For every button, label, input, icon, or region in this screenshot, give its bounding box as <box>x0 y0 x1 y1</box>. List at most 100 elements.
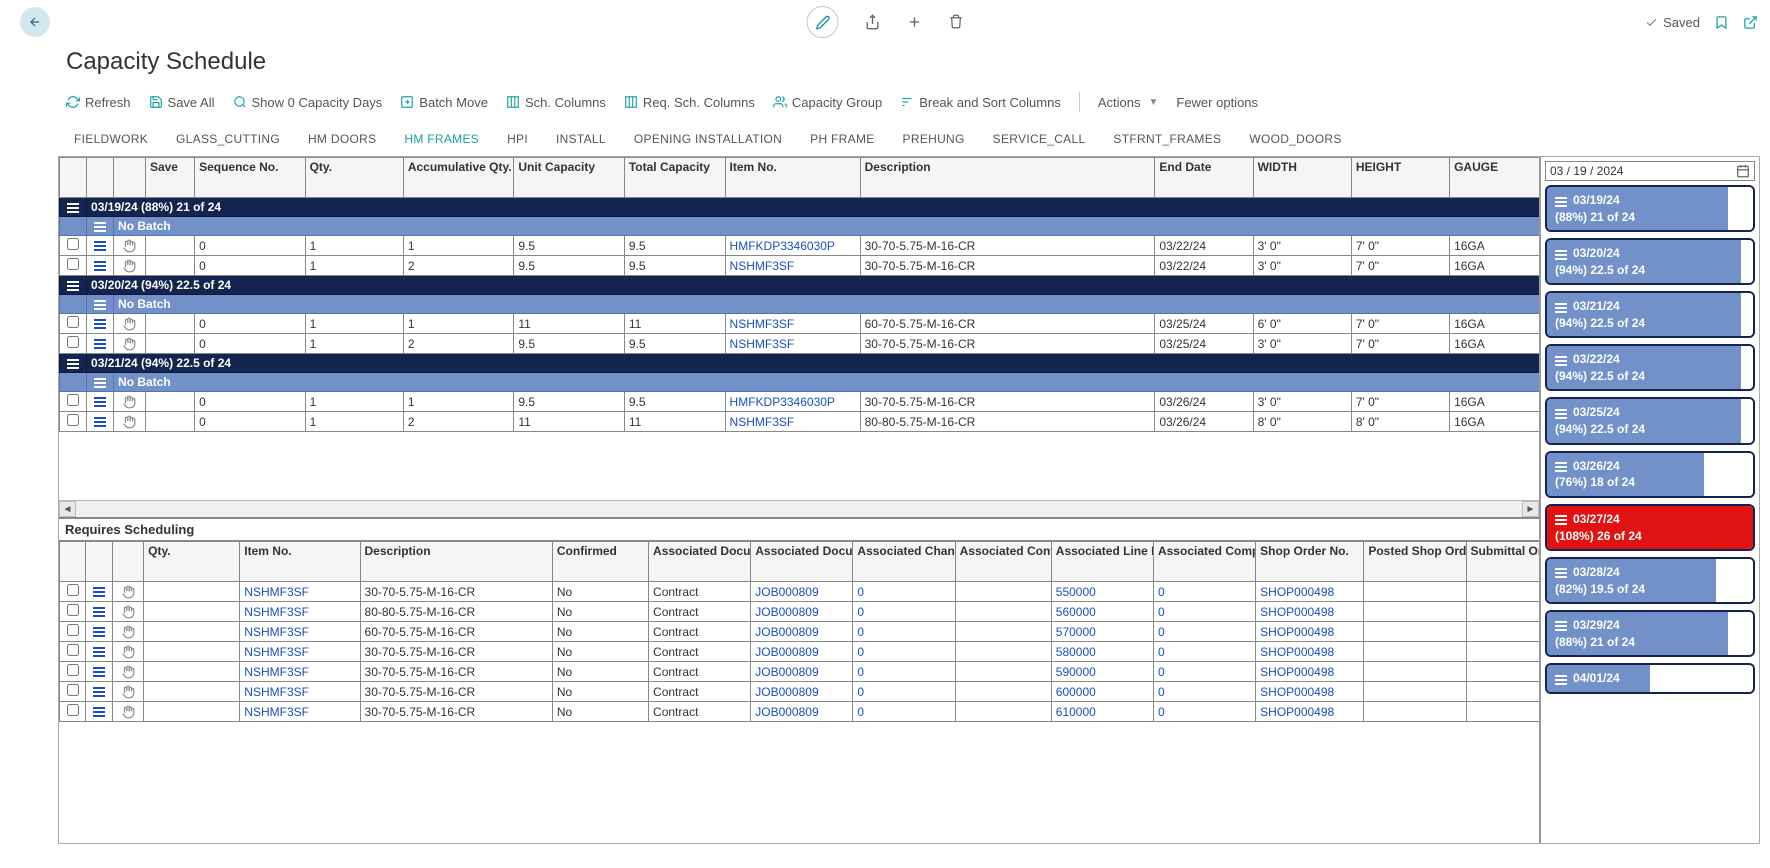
row-menu-icon[interactable] <box>87 314 114 334</box>
row-checkbox[interactable] <box>67 704 79 716</box>
column-header[interactable]: Accumulative Qty. <box>403 158 514 198</box>
column-header[interactable]: Save <box>145 158 194 198</box>
row-checkbox[interactable] <box>67 664 79 676</box>
back-button[interactable] <box>20 7 50 37</box>
item-link[interactable]: HMFKDP3346030P <box>725 392 860 412</box>
column-header[interactable]: Associated Comp. Line No. <box>1153 542 1255 582</box>
row-checkbox[interactable] <box>67 316 79 328</box>
column-header[interactable] <box>86 542 112 582</box>
tab-wood-doors[interactable]: WOOD_DOORS <box>1249 132 1341 146</box>
column-header[interactable]: Qty. <box>305 158 403 198</box>
drag-handle-icon[interactable] <box>114 392 146 412</box>
row-checkbox[interactable] <box>67 336 79 348</box>
drag-handle-icon[interactable] <box>114 236 146 256</box>
shop-order-link[interactable]: SHOP000498 <box>1256 582 1364 602</box>
capacity-card[interactable]: 03/25/24(94%) 22.5 of 24 <box>1545 397 1755 444</box>
shop-order-link[interactable]: SHOP000498 <box>1256 602 1364 622</box>
row-checkbox[interactable] <box>67 584 79 596</box>
row-menu-icon[interactable] <box>86 642 112 662</box>
actions-menu[interactable]: Actions▼ <box>1098 95 1159 110</box>
sch-columns-button[interactable]: Sch. Columns <box>506 95 606 110</box>
capacity-card[interactable]: 03/21/24(94%) 22.5 of 24 <box>1545 291 1755 338</box>
table-row[interactable]: NSHMF3SF 30-70-5.75-M-16-CRNoContract JO… <box>60 582 1540 602</box>
table-row[interactable]: 0129.59.5 NSHMF3SF 30-70-5.75-M-16-CR03/… <box>60 334 1540 354</box>
document-link[interactable]: JOB000809 <box>751 602 853 622</box>
save-all-button[interactable]: Save All <box>149 95 215 110</box>
column-header[interactable]: Associated Document Type <box>649 542 751 582</box>
item-link[interactable]: NSHMF3SF <box>240 622 360 642</box>
shop-order-link[interactable]: SHOP000498 <box>1256 622 1364 642</box>
capacity-group-button[interactable]: Capacity Group <box>773 95 882 110</box>
row-menu-icon[interactable] <box>86 582 112 602</box>
item-link[interactable]: NSHMF3SF <box>725 256 860 276</box>
table-row[interactable]: NSHMF3SF 30-70-5.75-M-16-CRNoContract JO… <box>60 642 1540 662</box>
tab-prehung[interactable]: PREHUNG <box>903 132 965 146</box>
shop-order-link[interactable]: SHOP000498 <box>1256 662 1364 682</box>
delete-button[interactable] <box>949 13 964 31</box>
row-menu-icon[interactable] <box>87 236 114 256</box>
table-row[interactable]: 0121111 NSHMF3SF 80-80-5.75-M-16-CR03/26… <box>60 412 1540 432</box>
item-link[interactable]: NSHMF3SF <box>240 662 360 682</box>
document-link[interactable]: JOB000809 <box>751 642 853 662</box>
date-picker[interactable]: 03 / 19 / 2024 <box>1545 161 1755 181</box>
column-header[interactable]: Associated Line No. <box>1051 542 1153 582</box>
row-checkbox[interactable] <box>67 394 79 406</box>
capacity-card[interactable]: 03/28/24(82%) 19.5 of 24 <box>1545 557 1755 604</box>
shop-order-link[interactable]: SHOP000498 <box>1256 682 1364 702</box>
capacity-card[interactable]: 03/29/24(88%) 21 of 24 <box>1545 610 1755 657</box>
row-menu-icon[interactable] <box>86 662 112 682</box>
break-sort-button[interactable]: Break and Sort Columns <box>900 95 1061 110</box>
document-link[interactable]: JOB000809 <box>751 622 853 642</box>
item-link[interactable]: NSHMF3SF <box>240 702 360 722</box>
drag-handle-icon[interactable] <box>112 662 143 682</box>
tab-ph-frame[interactable]: PH FRAME <box>810 132 874 146</box>
column-header[interactable]: Total Capacity <box>624 158 725 198</box>
column-header[interactable] <box>60 542 86 582</box>
column-header[interactable]: Associated Change Order No. <box>853 542 955 582</box>
row-menu-icon[interactable] <box>87 392 114 412</box>
tab-hpi[interactable]: HPI <box>507 132 528 146</box>
capacity-card[interactable]: 03/19/24(88%) 21 of 24 <box>1545 185 1755 232</box>
row-checkbox[interactable] <box>67 414 79 426</box>
tab-opening-installation[interactable]: OPENING INSTALLATION <box>634 132 782 146</box>
tab-hm-frames[interactable]: HM FRAMES <box>404 132 479 146</box>
document-link[interactable]: JOB000809 <box>751 702 853 722</box>
popout-button[interactable] <box>1743 14 1758 30</box>
capacity-card[interactable]: 03/27/24(108%) 26 of 24 <box>1545 504 1755 551</box>
table-row[interactable]: 0129.59.5 NSHMF3SF 30-70-5.75-M-16-CR03/… <box>60 256 1540 276</box>
drag-handle-icon[interactable] <box>112 602 143 622</box>
column-header[interactable]: Shop Order No. <box>1256 542 1364 582</box>
table-row[interactable]: NSHMF3SF 30-70-5.75-M-16-CRNoContract JO… <box>60 662 1540 682</box>
table-row[interactable]: NSHMF3SF 30-70-5.75-M-16-CRNoContract JO… <box>60 682 1540 702</box>
item-link[interactable]: NSHMF3SF <box>240 602 360 622</box>
requires-scheduling-grid[interactable]: Qty.Item No.DescriptionConfirmedAssociat… <box>59 541 1539 722</box>
column-header[interactable] <box>60 158 87 198</box>
document-link[interactable]: JOB000809 <box>751 662 853 682</box>
tab-glass-cutting[interactable]: GLASS_CUTTING <box>176 132 280 146</box>
column-header[interactable]: Item No. <box>725 158 860 198</box>
schedule-grid[interactable]: SaveSequence No.Qty.Accumulative Qty.Uni… <box>59 157 1539 432</box>
item-link[interactable]: NSHMF3SF <box>240 642 360 662</box>
tab-service-call[interactable]: SERVICE_CALL <box>993 132 1086 146</box>
table-row[interactable]: 0119.59.5 HMFKDP3346030P 30-70-5.75-M-16… <box>60 236 1540 256</box>
tab-stfrnt-frames[interactable]: STFRNT_FRAMES <box>1113 132 1221 146</box>
table-row[interactable]: NSHMF3SF 80-80-5.75-M-16-CRNoContract JO… <box>60 602 1540 622</box>
share-button[interactable] <box>865 13 881 31</box>
drag-handle-icon[interactable] <box>112 682 143 702</box>
shop-order-link[interactable]: SHOP000498 <box>1256 702 1364 722</box>
tab-install[interactable]: INSTALL <box>556 132 606 146</box>
row-menu-icon[interactable] <box>87 334 114 354</box>
table-row[interactable]: NSHMF3SF 30-70-5.75-M-16-CRNoContract JO… <box>60 702 1540 722</box>
table-row[interactable]: 0111111 NSHMF3SF 60-70-5.75-M-16-CR03/25… <box>60 314 1540 334</box>
new-button[interactable] <box>907 13 923 31</box>
document-link[interactable]: JOB000809 <box>751 682 853 702</box>
row-menu-icon[interactable] <box>86 682 112 702</box>
row-menu-icon[interactable] <box>86 702 112 722</box>
batch-move-button[interactable]: Batch Move <box>400 95 488 110</box>
shop-order-link[interactable]: SHOP000498 <box>1256 642 1364 662</box>
row-checkbox[interactable] <box>67 238 79 250</box>
drag-handle-icon[interactable] <box>112 702 143 722</box>
row-checkbox[interactable] <box>67 258 79 270</box>
row-menu-icon[interactable] <box>87 256 114 276</box>
drag-handle-icon[interactable] <box>112 642 143 662</box>
